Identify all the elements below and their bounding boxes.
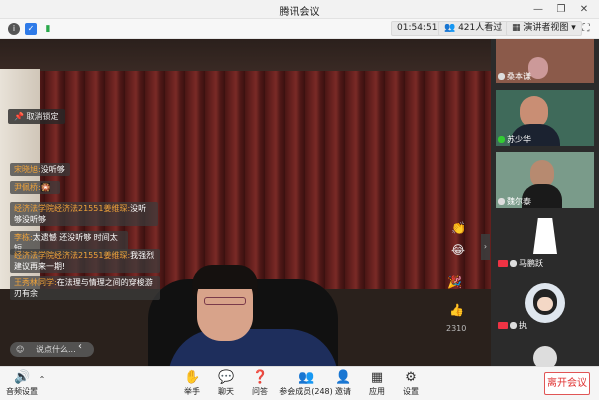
chat-sender: 尹佩桥: xyxy=(14,183,41,192)
camera-icon xyxy=(498,322,508,329)
leave-meeting-button[interactable]: 离开会议 xyxy=(544,372,590,395)
meeting-timer: 01:54:51 xyxy=(391,21,444,36)
bottom-toolbar: 🔊 音频设置 ⌃ ✋ 举手 💬 聊天 ❓ 问答 👥 参会成员(248) 👤 邀请… xyxy=(0,366,599,400)
participant-name: 马鹏跃 xyxy=(519,259,543,268)
viewers-count: 421人看过 xyxy=(458,23,503,33)
unpin-button[interactable]: 📌 取消锁定 xyxy=(8,109,65,124)
unpin-label: 取消锁定 xyxy=(26,112,59,121)
title-bar: 腾讯会议 — ❐ ✕ xyxy=(0,0,599,19)
audio-settings-label: 音频设置 xyxy=(6,387,38,396)
chat-message: 经济法学院经济法21551姜维琛:我强烈建议再来一期! xyxy=(10,249,160,273)
emoji-laugh-icon[interactable]: 😂 xyxy=(451,243,465,257)
participant-tile[interactable]: 执 xyxy=(496,276,594,332)
avatar xyxy=(525,283,565,323)
meeting-info-bar: i ✓ ▮ 01:54:51 👥 421人看过 ▦ 演讲者视图 ▾ ⛶ xyxy=(0,19,599,39)
participant-tile[interactable]: 魏尔泰 xyxy=(496,152,594,208)
qa-label: 问答 xyxy=(252,387,268,396)
thumbs-up-icon[interactable]: 👍 xyxy=(449,303,464,317)
chat-message: 宋晓旭:没听够 xyxy=(10,163,70,176)
apps-label: 应用 xyxy=(369,387,385,396)
view-mode-label: 演讲者视图 xyxy=(523,23,569,33)
speaker-fringe xyxy=(192,265,258,289)
signal-icon[interactable]: ▮ xyxy=(42,23,54,35)
view-mode-button[interactable]: ▦ 演讲者视图 ▾ xyxy=(506,21,582,36)
chat-text: 没听够 xyxy=(40,165,65,174)
participant-name: 执 xyxy=(519,321,527,330)
pin-icon: 📌 xyxy=(14,112,27,121)
chat-sender: 经济法学院经济法21551姜维琛: xyxy=(14,251,131,260)
emoji-clap-icon[interactable]: 👏 xyxy=(451,221,466,235)
apps-icon: ▦ xyxy=(370,370,384,385)
chevron-down-icon: ▾ xyxy=(568,23,576,33)
speaker-glasses xyxy=(204,297,246,305)
participant-label: 马鹏跃 xyxy=(498,258,543,269)
hand-icon: ✋ xyxy=(184,370,201,385)
participant-sidebar: 桑本谦 苏少华 魏尔泰 马鹏跃 执 xyxy=(491,39,599,366)
mic-icon xyxy=(510,260,517,267)
camera-icon xyxy=(498,260,508,267)
chevron-up-icon: ⌃ xyxy=(38,375,46,384)
window-title: 腾讯会议 xyxy=(279,7,320,18)
gear-icon: ⚙ xyxy=(405,370,417,385)
participant-name: 苏少华 xyxy=(507,135,531,144)
mic-icon xyxy=(498,198,505,205)
participant-tile[interactable]: 苏少华 xyxy=(496,90,594,146)
invite-icon: 👤 xyxy=(335,370,352,385)
members-icon: 👥 xyxy=(298,370,315,385)
grid-icon: ▦ xyxy=(512,23,524,33)
qa-button[interactable]: ❓ 问答 xyxy=(240,370,280,397)
speaker-body xyxy=(168,329,338,366)
chat-message: 王秀林同学:在法理与情理之间的穿梭游刃有余 xyxy=(10,276,160,300)
question-icon: ❓ xyxy=(252,370,269,385)
shield-icon[interactable]: ✓ xyxy=(25,23,37,35)
participant-name: 魏尔泰 xyxy=(507,197,531,206)
chat-sender: 经济法学院经济法21551姜维琛: xyxy=(14,204,131,213)
audio-options-chevron[interactable]: ⌃ xyxy=(36,375,48,384)
participant-tile[interactable]: 桑本谦 xyxy=(496,39,594,83)
fullscreen-button[interactable]: ⛶ xyxy=(578,21,594,36)
chat-message: 经济法学院经济法21551姜维琛:没听够没听够 xyxy=(10,202,158,226)
close-button[interactable]: ✕ xyxy=(576,2,592,17)
participant-name: 桑本谦 xyxy=(507,72,531,81)
speaker-icon: 🔊 xyxy=(14,370,31,385)
participant-label: 执 xyxy=(498,320,527,331)
viewers-button[interactable]: 👥 421人看过 xyxy=(438,21,509,36)
like-count: 2310 xyxy=(446,324,467,333)
chat-icon: 💬 xyxy=(218,370,235,385)
emoji-party-icon[interactable]: 🎉 xyxy=(447,275,462,289)
participant-tile[interactable] xyxy=(496,338,594,366)
mic-icon xyxy=(510,322,517,329)
minimize-button[interactable]: — xyxy=(530,2,546,17)
invite-label: 邀请 xyxy=(335,387,351,396)
info-icon[interactable]: i xyxy=(8,23,20,35)
mic-icon xyxy=(498,136,505,143)
settings-button[interactable]: ⚙ 设置 xyxy=(391,370,431,397)
collapse-sidebar-button[interactable]: › xyxy=(481,234,490,260)
chat-placeholder: 说点什么... xyxy=(36,345,76,354)
viewers-icon: 👥 xyxy=(444,23,459,33)
chevron-left-icon[interactable]: ‹ xyxy=(78,341,82,352)
chat-message: 尹佩桥:🎇 xyxy=(10,181,60,194)
settings-label: 设置 xyxy=(403,387,419,396)
participant-label: 苏少华 xyxy=(498,134,531,145)
chat-sender: 李栋: xyxy=(14,233,33,242)
main-video: 📌 取消锁定 宋晓旭:没听够 尹佩桥:🎇 经济法学院经济法21551姜维琛:没听… xyxy=(0,39,491,366)
mic-icon xyxy=(498,73,505,80)
participant-label: 桑本谦 xyxy=(498,71,531,82)
smile-icon: ☺ xyxy=(16,345,25,354)
restore-button[interactable]: ❐ xyxy=(553,2,569,17)
chat-text: 🎇 xyxy=(40,183,51,192)
chat-sender: 宋晓旭: xyxy=(14,165,41,174)
participant-tile[interactable]: 马鹏跃 xyxy=(496,214,594,270)
raise-hand-label: 举手 xyxy=(184,387,200,396)
participant-label: 魏尔泰 xyxy=(498,196,531,207)
chat-sender: 王秀林同学: xyxy=(14,278,57,287)
chat-label: 聊天 xyxy=(218,387,234,396)
